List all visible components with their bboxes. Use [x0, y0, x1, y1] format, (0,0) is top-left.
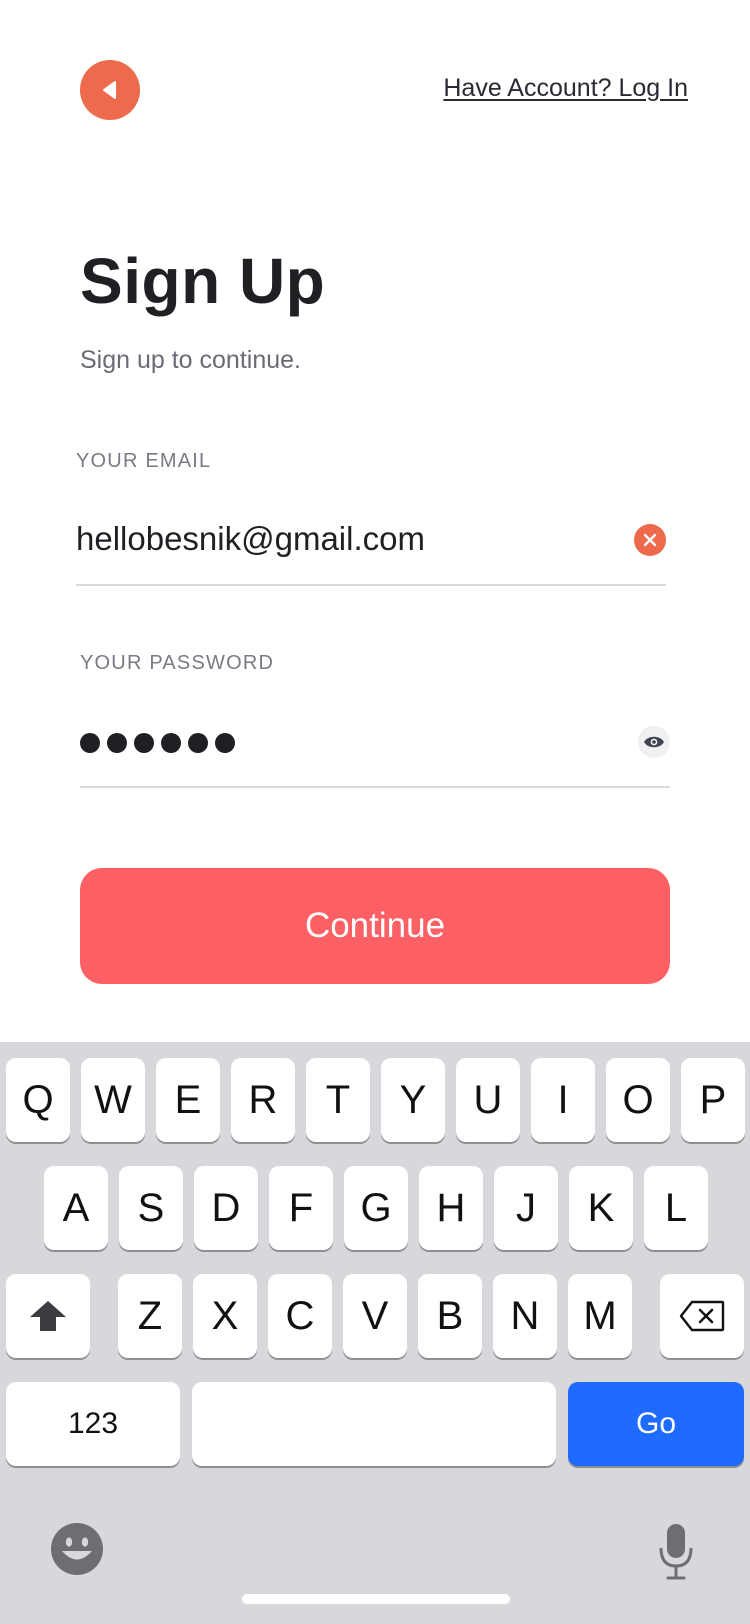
key-r[interactable]: R [231, 1058, 295, 1142]
password-dot [107, 733, 127, 753]
microphone-icon [659, 1524, 693, 1580]
eye-icon [644, 736, 664, 748]
toggle-password-visibility-button[interactable] [638, 726, 670, 758]
backspace-key[interactable] [660, 1274, 744, 1358]
key-m[interactable]: M [568, 1274, 632, 1358]
key-k[interactable]: K [569, 1166, 633, 1250]
continue-button[interactable]: Continue [80, 868, 670, 984]
key-p[interactable]: P [681, 1058, 745, 1142]
key-q[interactable]: Q [6, 1058, 70, 1142]
key-u[interactable]: U [456, 1058, 520, 1142]
key-c[interactable]: C [268, 1274, 332, 1358]
key-x[interactable]: X [193, 1274, 257, 1358]
key-v[interactable]: V [343, 1274, 407, 1358]
key-a[interactable]: A [44, 1166, 108, 1250]
key-t[interactable]: T [306, 1058, 370, 1142]
key-h[interactable]: H [419, 1166, 483, 1250]
space-key[interactable] [192, 1382, 556, 1466]
key-b[interactable]: B [418, 1274, 482, 1358]
emoji-button[interactable] [50, 1522, 104, 1576]
on-screen-keyboard: 123 Go QWERTYUIOP ASDFGHJKL ZXCVBNM [0, 1042, 750, 1624]
key-z[interactable]: Z [118, 1274, 182, 1358]
home-indicator [242, 1594, 510, 1604]
password-field[interactable] [80, 702, 670, 788]
key-y[interactable]: Y [381, 1058, 445, 1142]
microphone-button[interactable] [658, 1522, 694, 1582]
email-input[interactable] [76, 514, 596, 564]
key-i[interactable]: I [531, 1058, 595, 1142]
key-n[interactable]: N [493, 1274, 557, 1358]
password-dot [215, 733, 235, 753]
clear-email-button[interactable] [634, 524, 666, 556]
key-g[interactable]: G [344, 1166, 408, 1250]
shift-icon [30, 1301, 66, 1331]
key-f[interactable]: F [269, 1166, 333, 1250]
go-key[interactable]: Go [568, 1382, 744, 1466]
password-masked-value [80, 718, 242, 768]
clear-icon [643, 533, 657, 547]
key-o[interactable]: O [606, 1058, 670, 1142]
backspace-icon [679, 1300, 725, 1332]
email-field [76, 500, 666, 586]
key-l[interactable]: L [644, 1166, 708, 1250]
emoji-icon [51, 1523, 103, 1575]
key-j[interactable]: J [494, 1166, 558, 1250]
numbers-key[interactable]: 123 [6, 1382, 180, 1466]
key-e[interactable]: E [156, 1058, 220, 1142]
key-w[interactable]: W [81, 1058, 145, 1142]
password-dot [80, 733, 100, 753]
password-dot [134, 733, 154, 753]
back-button[interactable] [80, 60, 140, 120]
password-label: YOUR PASSWORD [80, 652, 275, 674]
page-title: Sign Up [80, 245, 326, 317]
password-dot [188, 733, 208, 753]
email-label: YOUR EMAIL [76, 450, 212, 472]
key-d[interactable]: D [194, 1166, 258, 1250]
page-subtitle: Sign up to continue. [80, 346, 301, 374]
back-arrow-icon [103, 81, 116, 99]
password-dot [161, 733, 181, 753]
sign-up-screen: Have Account? Log In Sign Up Sign up to … [0, 0, 750, 1624]
shift-key[interactable] [6, 1274, 90, 1358]
login-link[interactable]: Have Account? Log In [443, 74, 688, 103]
key-s[interactable]: S [119, 1166, 183, 1250]
